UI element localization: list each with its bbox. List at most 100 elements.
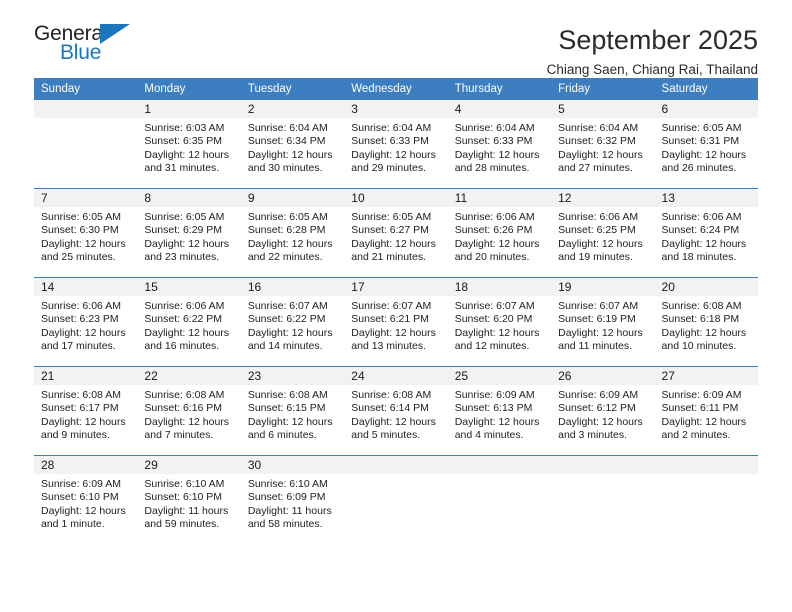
calendar-day-cell[interactable]: 2 Sunrise: 6:04 AM Sunset: 6:34 PM Daylight…: [240, 100, 345, 189]
day-cell-content: 12 Sunrise: 6:06 AM Sunset: 6:25 PM Dayligh…: [551, 189, 655, 277]
day-number: 12: [551, 189, 655, 207]
day-info-daylight1: Daylight: 12 hours: [351, 326, 436, 339]
day-cell-content: 16 Sunrise: 6:07 AM Sunset: 6:22 PM Dayligh…: [240, 278, 345, 366]
day-info-daylight2: and 31 minutes.: [144, 162, 220, 175]
day-info-daylight1: Daylight: 12 hours: [454, 415, 540, 428]
day-info-sunrise: Sunrise: 6:08 AM: [41, 389, 121, 401]
day-sun-info: Sunrise: 6:07 AM Sunset: 6:22 PM Daylight:…: [241, 296, 344, 354]
calendar-day-cell[interactable]: 25 Sunrise: 6:09 AM Sunset: 6:13 PM Dayligh…: [447, 366, 552, 456]
day-sun-info: Sunrise: 6:08 AM Sunset: 6:14 PM Daylight:…: [344, 385, 447, 443]
calendar-day-cell[interactable]: 7 Sunrise: 6:05 AM Sunset: 6:30 PM Daylight…: [34, 188, 138, 278]
day-number: 22: [137, 367, 241, 385]
day-info-daylight2: and 1 minute.: [41, 518, 105, 531]
day-cell-content: 13 Sunrise: 6:06 AM Sunset: 6:24 PM Dayligh…: [654, 189, 758, 277]
calendar-day-cell[interactable]: 23 Sunrise: 6:08 AM Sunset: 6:15 PM Dayligh…: [240, 366, 345, 456]
day-info-daylight2: and 12 minutes.: [454, 340, 530, 353]
day-number: 29: [137, 456, 241, 474]
day-info-daylight2: and 29 minutes.: [351, 162, 426, 175]
day-info-daylight1: Daylight: 12 hours: [144, 415, 230, 428]
day-cell-content: 15 Sunrise: 6:06 AM Sunset: 6:22 PM Dayligh…: [137, 278, 241, 366]
calendar-day-cell[interactable]: 21 Sunrise: 6:08 AM Sunset: 6:17 PM Dayligh…: [34, 366, 138, 456]
day-number: 17: [344, 278, 448, 296]
calendar-day-cell[interactable]: 1 Sunrise: 6:03 AM Sunset: 6:35 PM Daylight…: [137, 100, 241, 189]
calendar-day-cell[interactable]: 3 Sunrise: 6:04 AM Sunset: 6:33 PM Daylight…: [344, 100, 448, 189]
calendar-day-cell[interactable]: [344, 455, 448, 544]
day-info-daylight2: and 59 minutes.: [144, 518, 220, 531]
calendar-day-cell[interactable]: 10 Sunrise: 6:05 AM Sunset: 6:27 PM Dayligh…: [344, 188, 448, 278]
calendar-day-cell[interactable]: 28 Sunrise: 6:09 AM Sunset: 6:10 PM Dayligh…: [34, 455, 138, 544]
day-number: 30: [240, 456, 345, 474]
day-info-sunrise: Sunrise: 6:07 AM: [558, 300, 639, 312]
day-info-daylight1: Daylight: 12 hours: [247, 415, 333, 428]
day-sun-info: Sunrise: 6:04 AM Sunset: 6:32 PM Daylight:…: [551, 118, 654, 176]
day-info-daylight1: Daylight: 12 hours: [351, 237, 436, 250]
calendar-day-cell[interactable]: 24 Sunrise: 6:08 AM Sunset: 6:14 PM Dayligh…: [344, 366, 448, 456]
calendar-day-cell[interactable]: 12 Sunrise: 6:06 AM Sunset: 6:25 PM Dayligh…: [551, 188, 655, 278]
calendar-day-cell[interactable]: [551, 455, 655, 544]
calendar-day-cell[interactable]: 17 Sunrise: 6:07 AM Sunset: 6:21 PM Dayligh…: [344, 277, 448, 367]
day-sun-info: Sunrise: 6:04 AM Sunset: 6:33 PM Daylight:…: [344, 118, 447, 176]
day-info-sunset: Sunset: 6:18 PM: [661, 313, 740, 326]
calendar-day-cell[interactable]: 15 Sunrise: 6:06 AM Sunset: 6:22 PM Dayligh…: [137, 277, 241, 367]
day-sun-info: Sunrise: 6:05 AM Sunset: 6:30 PM Daylight:…: [34, 207, 137, 265]
day-sun-info: Sunrise: 6:05 AM Sunset: 6:31 PM Daylight:…: [655, 118, 758, 176]
calendar-day-cell[interactable]: 29 Sunrise: 6:10 AM Sunset: 6:10 PM Dayligh…: [137, 455, 241, 544]
calendar-day-cell[interactable]: [34, 100, 138, 189]
day-info-sunrise: Sunrise: 6:04 AM: [247, 122, 328, 134]
calendar-day-cell[interactable]: 18 Sunrise: 6:07 AM Sunset: 6:20 PM Dayligh…: [447, 277, 552, 367]
day-info-sunrise: Sunrise: 6:07 AM: [351, 300, 432, 312]
day-number: 27: [654, 367, 758, 385]
day-info-daylight1: Daylight: 12 hours: [41, 415, 126, 428]
calendar-day-cell[interactable]: [447, 455, 552, 544]
calendar-day-cell[interactable]: 13 Sunrise: 6:06 AM Sunset: 6:24 PM Dayligh…: [654, 188, 758, 278]
day-info-daylight2: and 3 minutes.: [558, 429, 627, 442]
day-cell-content: 17 Sunrise: 6:07 AM Sunset: 6:21 PM Dayligh…: [344, 278, 448, 366]
calendar-day-cell[interactable]: 16 Sunrise: 6:07 AM Sunset: 6:22 PM Dayligh…: [240, 277, 345, 367]
day-cell-content: [447, 456, 552, 544]
day-cell-content: 2 Sunrise: 6:04 AM Sunset: 6:34 PM Daylight…: [240, 100, 345, 188]
day-info-daylight1: Daylight: 12 hours: [247, 237, 333, 250]
day-info-sunset: Sunset: 6:26 PM: [454, 224, 533, 237]
day-cell-content: 19 Sunrise: 6:07 AM Sunset: 6:19 PM Dayligh…: [551, 278, 655, 366]
calendar-day-cell[interactable]: 27 Sunrise: 6:09 AM Sunset: 6:11 PM Dayligh…: [654, 366, 758, 456]
calendar-day-cell[interactable]: 5 Sunrise: 6:04 AM Sunset: 6:32 PM Daylight…: [551, 100, 655, 189]
day-info-daylight2: and 6 minutes.: [247, 429, 317, 442]
calendar-table: Sunday Monday Tuesday Wednesday Thursday…: [34, 78, 758, 544]
day-info-daylight2: and 23 minutes.: [144, 251, 220, 264]
calendar-day-cell[interactable]: 11 Sunrise: 6:06 AM Sunset: 6:26 PM Dayligh…: [447, 188, 552, 278]
calendar-day-cell[interactable]: 20 Sunrise: 6:08 AM Sunset: 6:18 PM Dayligh…: [654, 277, 758, 367]
day-info-sunrise: Sunrise: 6:07 AM: [454, 300, 535, 312]
calendar-day-cell[interactable]: 19 Sunrise: 6:07 AM Sunset: 6:19 PM Dayligh…: [551, 277, 655, 367]
day-cell-content: 18 Sunrise: 6:07 AM Sunset: 6:20 PM Dayligh…: [447, 278, 552, 366]
calendar-week-row: 28 Sunrise: 6:09 AM Sunset: 6:10 PM Dayligh…: [34, 455, 758, 544]
day-info-sunset: Sunset: 6:20 PM: [454, 313, 533, 326]
day-info-sunrise: Sunrise: 6:04 AM: [558, 122, 639, 134]
day-cell-content: 29 Sunrise: 6:10 AM Sunset: 6:10 PM Dayligh…: [137, 456, 241, 544]
calendar-day-cell[interactable]: 14 Sunrise: 6:06 AM Sunset: 6:23 PM Dayligh…: [34, 277, 138, 367]
day-sun-info: Sunrise: 6:06 AM Sunset: 6:22 PM Daylight:…: [137, 296, 240, 354]
calendar-day-cell[interactable]: [654, 455, 758, 544]
calendar-day-cell[interactable]: 9 Sunrise: 6:05 AM Sunset: 6:28 PM Daylight…: [240, 188, 345, 278]
calendar-day-cell[interactable]: 30 Sunrise: 6:10 AM Sunset: 6:09 PM Dayligh…: [240, 455, 345, 544]
calendar-day-cell[interactable]: 22 Sunrise: 6:08 AM Sunset: 6:16 PM Dayligh…: [137, 366, 241, 456]
calendar-day-cell[interactable]: 8 Sunrise: 6:05 AM Sunset: 6:29 PM Daylight…: [137, 188, 241, 278]
weekday-header-sunday: Sunday: [34, 78, 138, 100]
day-info-sunrise: Sunrise: 6:05 AM: [144, 211, 225, 223]
day-number: [654, 456, 758, 474]
day-info-sunset: Sunset: 6:21 PM: [351, 313, 429, 326]
day-number: 8: [137, 189, 241, 207]
day-number: 11: [447, 189, 552, 207]
day-sun-info: Sunrise: 6:09 AM Sunset: 6:12 PM Daylight:…: [551, 385, 654, 443]
day-sun-info: Sunrise: 6:05 AM Sunset: 6:28 PM Daylight:…: [241, 207, 344, 265]
day-number: 4: [447, 100, 552, 118]
day-number: [551, 456, 655, 474]
day-number: 24: [344, 367, 448, 385]
day-info-sunset: Sunset: 6:24 PM: [661, 224, 740, 237]
calendar-day-cell[interactable]: 26 Sunrise: 6:09 AM Sunset: 6:12 PM Dayligh…: [551, 366, 655, 456]
calendar-day-cell[interactable]: 4 Sunrise: 6:04 AM Sunset: 6:33 PM Daylight…: [447, 100, 552, 189]
weekday-header-friday: Friday: [551, 78, 655, 100]
day-info-daylight2: and 9 minutes.: [41, 429, 110, 442]
day-cell-content: 21 Sunrise: 6:08 AM Sunset: 6:17 PM Dayligh…: [34, 367, 138, 455]
day-info-daylight2: and 17 minutes.: [41, 340, 116, 353]
calendar-day-cell[interactable]: 6 Sunrise: 6:05 AM Sunset: 6:31 PM Daylight…: [654, 100, 758, 189]
